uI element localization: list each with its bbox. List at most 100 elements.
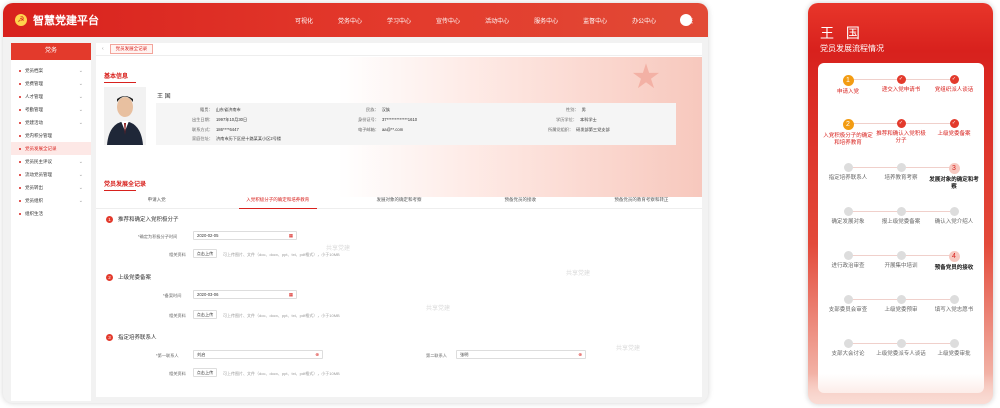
step-marker xyxy=(949,339,959,348)
nav-item-learning[interactable]: 学习中心 xyxy=(387,16,411,25)
second-contact-select[interactable]: 张明 ⊕ xyxy=(456,350,586,359)
nav-item-activity[interactable]: 活动中心 xyxy=(485,16,509,25)
flow-node-label: 上级党委预审 xyxy=(884,307,918,313)
chevron-down-icon: ⌄ xyxy=(78,120,83,126)
flow-node-label: 确认入党介绍人 xyxy=(934,219,974,225)
step-probation-accept[interactable]: 预备党员的接收 xyxy=(460,191,581,208)
mobile-subtitle: 党员发展流程情况 xyxy=(820,44,884,53)
file-label: 相关资料 xyxy=(169,371,186,376)
flow-node[interactable]: ✓ 递交入党申请书 xyxy=(875,75,927,94)
building-decoration xyxy=(808,374,993,404)
flow-node[interactable]: 确认入党介绍人 xyxy=(928,207,980,226)
tab-bar: ‹ 党员发展全记录 xyxy=(96,43,702,56)
bullet-icon xyxy=(19,69,21,72)
app-title: 智慧党建平台 xyxy=(33,15,99,27)
flow-node[interactable]: ✓ 党组织派人谈话 xyxy=(928,75,980,94)
block-recommend-activist: 1 推荐和确定入党积极分子 xyxy=(106,215,179,223)
app-logo[interactable]: ☭ 智慧党建平台 xyxy=(15,12,99,28)
sidebar-item-transfer[interactable]: 党员转出 ⌄ xyxy=(11,181,91,194)
sidebar-item-evaluation[interactable]: 党员民主评议 ⌄ xyxy=(11,155,91,168)
activist-date-input[interactable]: 2020-02-05 ▦ xyxy=(193,231,297,240)
sidebar-item-organization[interactable]: 党员组织 ⌄ xyxy=(11,194,91,207)
flow-node[interactable]: 报上级党委备案 xyxy=(875,207,927,226)
flow-node[interactable]: 1 申请入党 xyxy=(822,75,874,96)
flow-node[interactable]: 4 预备党员的接收 xyxy=(928,251,980,272)
chevron-left-icon[interactable]: ‹ xyxy=(102,46,104,52)
flow-node[interactable]: 支部委员会审查 xyxy=(822,295,874,314)
flow-node[interactable]: 2 入党积极分子的确定和培养教育 xyxy=(822,119,874,147)
flow-node-label: 推荐和确认入党积极分子 xyxy=(876,131,926,144)
nav-item-supervision[interactable]: 监督中心 xyxy=(583,16,607,25)
sidebar-item-member-archive[interactable]: 党员档案 ⌄ xyxy=(11,64,91,77)
flow-node-label: 支部委员会审查 xyxy=(828,307,868,313)
flow-node[interactable]: 上级党委派专人谈话 xyxy=(875,339,927,358)
user-avatar[interactable] xyxy=(680,14,692,26)
chevron-down-icon: ⌄ xyxy=(78,81,83,87)
upload-hint: 可上传图片、文件（doc、docx、ppt、txt、pdf格式），小于10MB xyxy=(223,252,340,257)
nav-item-publicity[interactable]: 宣传中心 xyxy=(436,16,460,25)
step-marker xyxy=(896,251,906,260)
process-steps: 申请入党 入党积极分子的确定和培养教育 发展对象的确定和考察 预备党员的接收 预… xyxy=(96,191,702,209)
flow-node-label: 入党积极分子的确定和培养教育 xyxy=(823,133,873,146)
field-organization: 所属党组织： 研发部第三党支部 xyxy=(548,127,610,132)
flow-node[interactable]: 上级党委审批 xyxy=(928,339,980,358)
step-marker xyxy=(843,251,853,260)
sidebar-item-points[interactable]: 党内积分管理 xyxy=(11,129,91,142)
sidebar-item-talent[interactable]: 人才管理 ⌄ xyxy=(11,90,91,103)
nav-item-service[interactable]: 服务中心 xyxy=(534,16,558,25)
dropdown-icon: ⊕ xyxy=(578,352,582,357)
flow-node[interactable]: 3 发展对象的确定和考察 xyxy=(928,163,980,191)
sidebar-item-attendance[interactable]: 考勤管理 ⌄ xyxy=(11,103,91,116)
desktop-window: ☭ 智慧党建平台 可视化 党务中心 学习中心 宣传中心 活动中心 服务中心 监督… xyxy=(3,3,708,403)
flow-node[interactable]: ✓ 推荐和确认入党积极分子 xyxy=(875,119,927,145)
step-marker xyxy=(896,295,906,304)
tab-development-record[interactable]: 党员发展全记录 xyxy=(109,44,154,54)
basic-info-title: 基本信息 xyxy=(104,71,137,83)
sidebar-item-activities[interactable]: 党建活动 ⌄ xyxy=(11,116,91,129)
watermark: 共享党建 xyxy=(566,271,591,277)
sidebar-item-mobile-members[interactable]: 流动党员管理 ⌄ xyxy=(11,168,91,181)
flow-node[interactable]: ✓ 上级党委备案 xyxy=(928,119,980,138)
flow-node[interactable]: 确定发展对象 xyxy=(822,207,874,226)
nav-item-party-affairs[interactable]: 党务中心 xyxy=(338,16,362,25)
chevron-down-icon: ⌄ xyxy=(78,68,83,74)
step-marker xyxy=(843,163,853,172)
upload-hint: 可上传图片、文件（doc、docx、ppt、txt、pdf格式），小于10MB xyxy=(223,371,340,376)
flow-node[interactable]: 填写入党志愿书 xyxy=(928,295,980,314)
chevron-down-icon: ⌄ xyxy=(78,107,83,113)
flow-node[interactable]: 上级党委预审 xyxy=(875,295,927,314)
step-activist[interactable]: 入党积极分子的确定和培养教育 xyxy=(217,191,338,209)
field-ethnicity: 民族： 汉族 xyxy=(366,107,390,112)
flow-node-label: 上级党委派专人谈话 xyxy=(876,351,926,357)
flow-node-label: 递交入党申请书 xyxy=(881,87,921,93)
flow-node[interactable]: 指定培养联系人 xyxy=(822,163,874,182)
sidebar-item-development-record[interactable]: 党员发展全记录 xyxy=(11,142,91,155)
step-probation-review[interactable]: 预备党员的教育考察和转正 xyxy=(581,191,702,208)
flow-node[interactable]: 支部大会讨论 xyxy=(822,339,874,358)
sidebar-item-dues[interactable]: 党费管理 ⌄ xyxy=(11,77,91,90)
step-marker xyxy=(843,295,853,304)
first-contact-select[interactable]: 刘启 ⊕ xyxy=(193,350,323,359)
step-marker xyxy=(843,207,853,216)
flow-node-label: 上级党委备案 xyxy=(937,131,971,137)
step-apply[interactable]: 申请入党 xyxy=(96,191,217,208)
nav-item-visualization[interactable]: 可视化 xyxy=(295,16,313,25)
upload-button[interactable]: 点击上传 xyxy=(193,310,217,319)
upload-button[interactable]: 点击上传 xyxy=(193,368,217,377)
flow-node[interactable]: 进行政治审查 xyxy=(822,251,874,270)
step-marker: 2 xyxy=(842,119,854,130)
step-marker: 1 xyxy=(842,75,854,86)
step-candidate[interactable]: 发展对象的确定和考察 xyxy=(338,191,459,208)
first-contact-label: *第一联系人 xyxy=(156,353,179,358)
step-marker xyxy=(896,339,906,348)
dropdown-icon: ⊕ xyxy=(315,352,319,357)
flow-node[interactable]: 开展集中培训 xyxy=(875,251,927,270)
step-marker xyxy=(949,207,959,216)
calendar-icon: ▦ xyxy=(288,292,293,297)
sidebar-item-org-life[interactable]: 组织生活 xyxy=(11,207,91,220)
flow-node-label: 报上级党委备案 xyxy=(881,219,921,225)
nav-item-office[interactable]: 办公中心 xyxy=(632,16,656,25)
flow-node[interactable]: 培养教育考察 xyxy=(875,163,927,182)
filing-date-input[interactable]: 2020-03-06 ▦ xyxy=(193,290,297,299)
upload-button[interactable]: 点击上传 xyxy=(193,249,217,258)
